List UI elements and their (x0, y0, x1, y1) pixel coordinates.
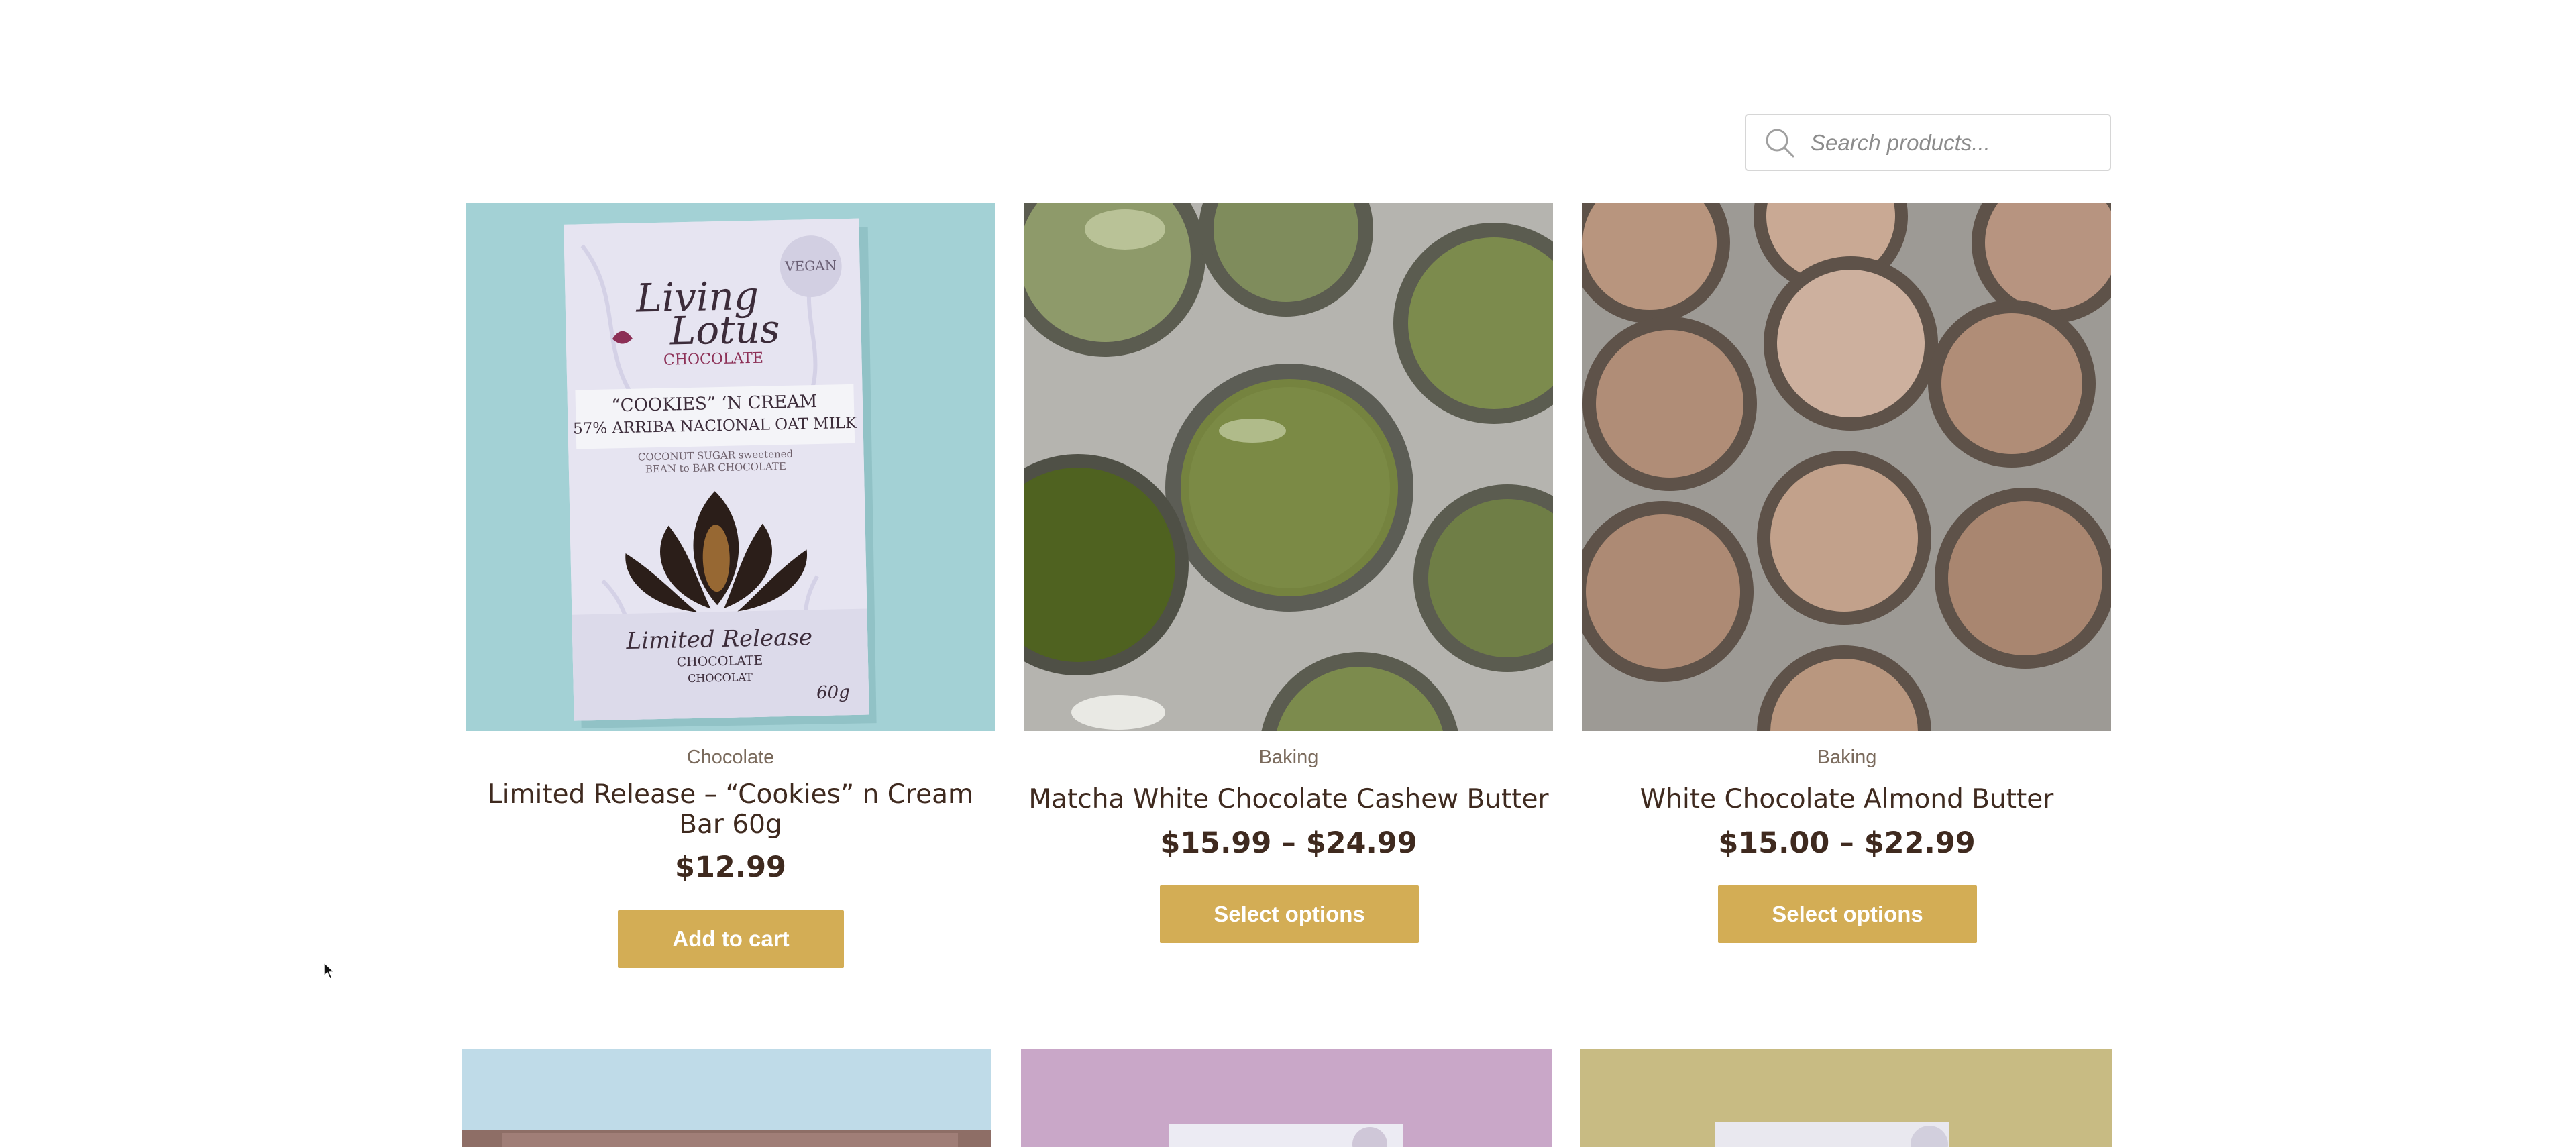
matcha-jars-photo (1024, 203, 1553, 731)
product-category[interactable]: Baking (1582, 747, 2111, 769)
product-price: $12.99 (675, 851, 786, 884)
product-category[interactable]: Baking (1024, 747, 1553, 769)
svg-text:60g: 60g (816, 682, 850, 703)
svg-text:Lotus: Lotus (669, 306, 780, 353)
select-options-button[interactable]: Select options (1160, 885, 1419, 943)
svg-text:CHOCOLAT: CHOCOLAT (688, 671, 753, 685)
product-photo (1021, 1049, 1552, 1147)
add-to-cart-button[interactable]: Add to cart (618, 910, 844, 968)
product-image-row2-3[interactable] (1580, 1049, 2112, 1147)
svg-text:Limited Release: Limited Release (625, 624, 812, 655)
search-input[interactable] (1809, 129, 2094, 156)
product-image-row2-2[interactable] (1021, 1049, 1552, 1147)
svg-text:VEGAN: VEGAN (784, 257, 837, 274)
product-title[interactable]: Matcha White Chocolate Cashew Butter (1024, 784, 1553, 814)
product-image-row2-1[interactable] (462, 1049, 991, 1147)
product-search[interactable] (1745, 114, 2111, 171)
svg-text:CHOCOLATE: CHOCOLATE (676, 653, 763, 670)
product-title[interactable]: White Chocolate Almond Butter (1582, 784, 2111, 814)
product-image-cookies-n-cream[interactable]: VEGAN Living Lotus CHOCOLATE “COOKIES” ‘… (466, 203, 995, 731)
product-price: $15.99 – $24.99 (1160, 826, 1417, 860)
almond-butter-jars-photo (1582, 203, 2111, 731)
product-category[interactable]: Chocolate (466, 747, 995, 769)
product-photo (462, 1049, 991, 1147)
select-options-button[interactable]: Select options (1718, 885, 1977, 943)
chocolate-bar-photo: VEGAN Living Lotus CHOCOLATE “COOKIES” ‘… (466, 203, 995, 731)
svg-text:“COOKIES” ‘N CREAM: “COOKIES” ‘N CREAM (611, 392, 818, 416)
product-price: $15.00 – $22.99 (1718, 826, 1976, 860)
product-image-matcha-cashew-butter[interactable] (1024, 203, 1553, 731)
search-icon (1766, 129, 1794, 157)
product-title[interactable]: Limited Release – “Cookies” n Cream Bar … (466, 779, 995, 840)
svg-text:CHOCOLATE: CHOCOLATE (663, 350, 763, 369)
mouse-cursor-icon (323, 961, 335, 979)
product-image-white-chocolate-almond-butter[interactable] (1582, 203, 2111, 731)
product-photo (1580, 1049, 2112, 1147)
